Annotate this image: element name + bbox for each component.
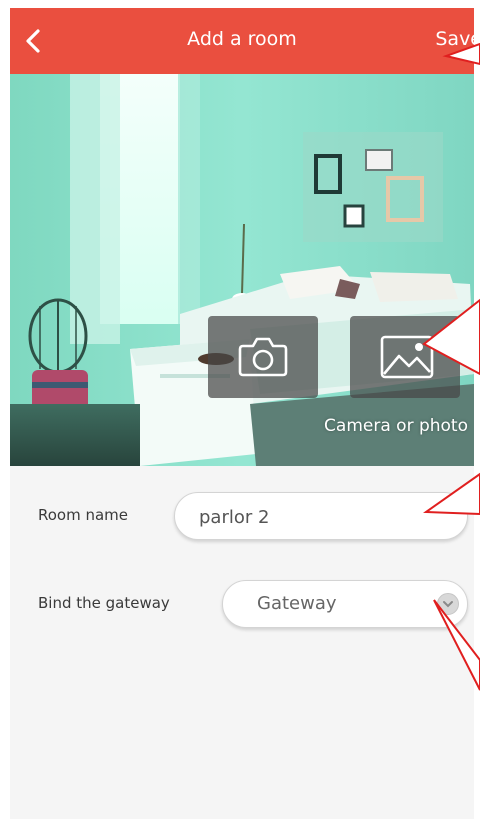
app-screen: Add a room Save (10, 8, 474, 819)
chevron-down-icon (443, 601, 453, 608)
save-button[interactable]: Save (435, 28, 474, 50)
camera-button[interactable] (208, 316, 318, 398)
photo-caption: Camera or photo (324, 416, 468, 436)
page-title: Add a room (187, 28, 297, 50)
gateway-selected-value: Gateway (257, 593, 337, 614)
room-name-label: Room name (38, 506, 129, 524)
room-photo[interactable]: Camera or photo (10, 74, 474, 466)
gateway-select[interactable]: Gateway (222, 580, 468, 628)
dropdown-button[interactable] (437, 593, 459, 615)
app-header: Add a room Save (10, 8, 474, 74)
gateway-label: Bind the gateway (38, 594, 170, 612)
image-icon (380, 335, 434, 379)
camera-icon (238, 337, 288, 377)
gallery-button[interactable] (350, 316, 460, 398)
room-name-field[interactable] (174, 492, 468, 540)
room-photo-image (10, 74, 474, 466)
room-name-input[interactable] (197, 502, 451, 532)
